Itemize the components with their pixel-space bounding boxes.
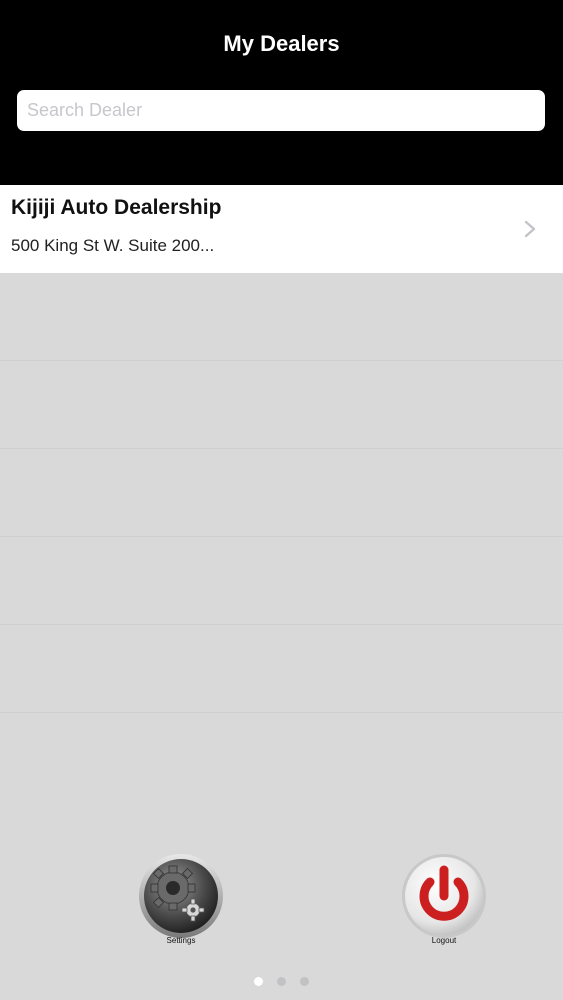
page-dot-2[interactable] (277, 977, 286, 986)
settings-gear-icon (139, 854, 223, 938)
power-icon (402, 854, 486, 938)
dealer-list: Kijiji Auto Dealership 500 King St W. Su… (0, 185, 563, 713)
dealer-name: Kijiji Auto Dealership (11, 196, 222, 219)
page-dot-1[interactable] (254, 977, 263, 986)
search-box[interactable] (17, 90, 545, 131)
empty-list-row (0, 361, 563, 449)
chevron-right-icon (524, 220, 536, 238)
page-title: My Dealers (223, 31, 340, 56)
empty-list-row (0, 625, 563, 713)
header-bar: My Dealers (0, 0, 563, 185)
empty-list-row (0, 449, 563, 537)
empty-list-row (0, 273, 563, 361)
settings-label: Settings (166, 936, 196, 945)
dealer-row[interactable]: Kijiji Auto Dealership 500 King St W. Su… (0, 185, 563, 273)
settings-button[interactable]: Settings (136, 852, 226, 948)
page-dot-3[interactable] (300, 977, 309, 986)
page-indicator[interactable] (0, 977, 563, 986)
logout-label: Logout (431, 936, 457, 945)
logout-button[interactable]: Logout (399, 852, 489, 948)
dealer-address: 500 King St W. Suite 200... (11, 236, 215, 255)
search-input[interactable] (17, 90, 545, 131)
empty-list-row (0, 537, 563, 625)
